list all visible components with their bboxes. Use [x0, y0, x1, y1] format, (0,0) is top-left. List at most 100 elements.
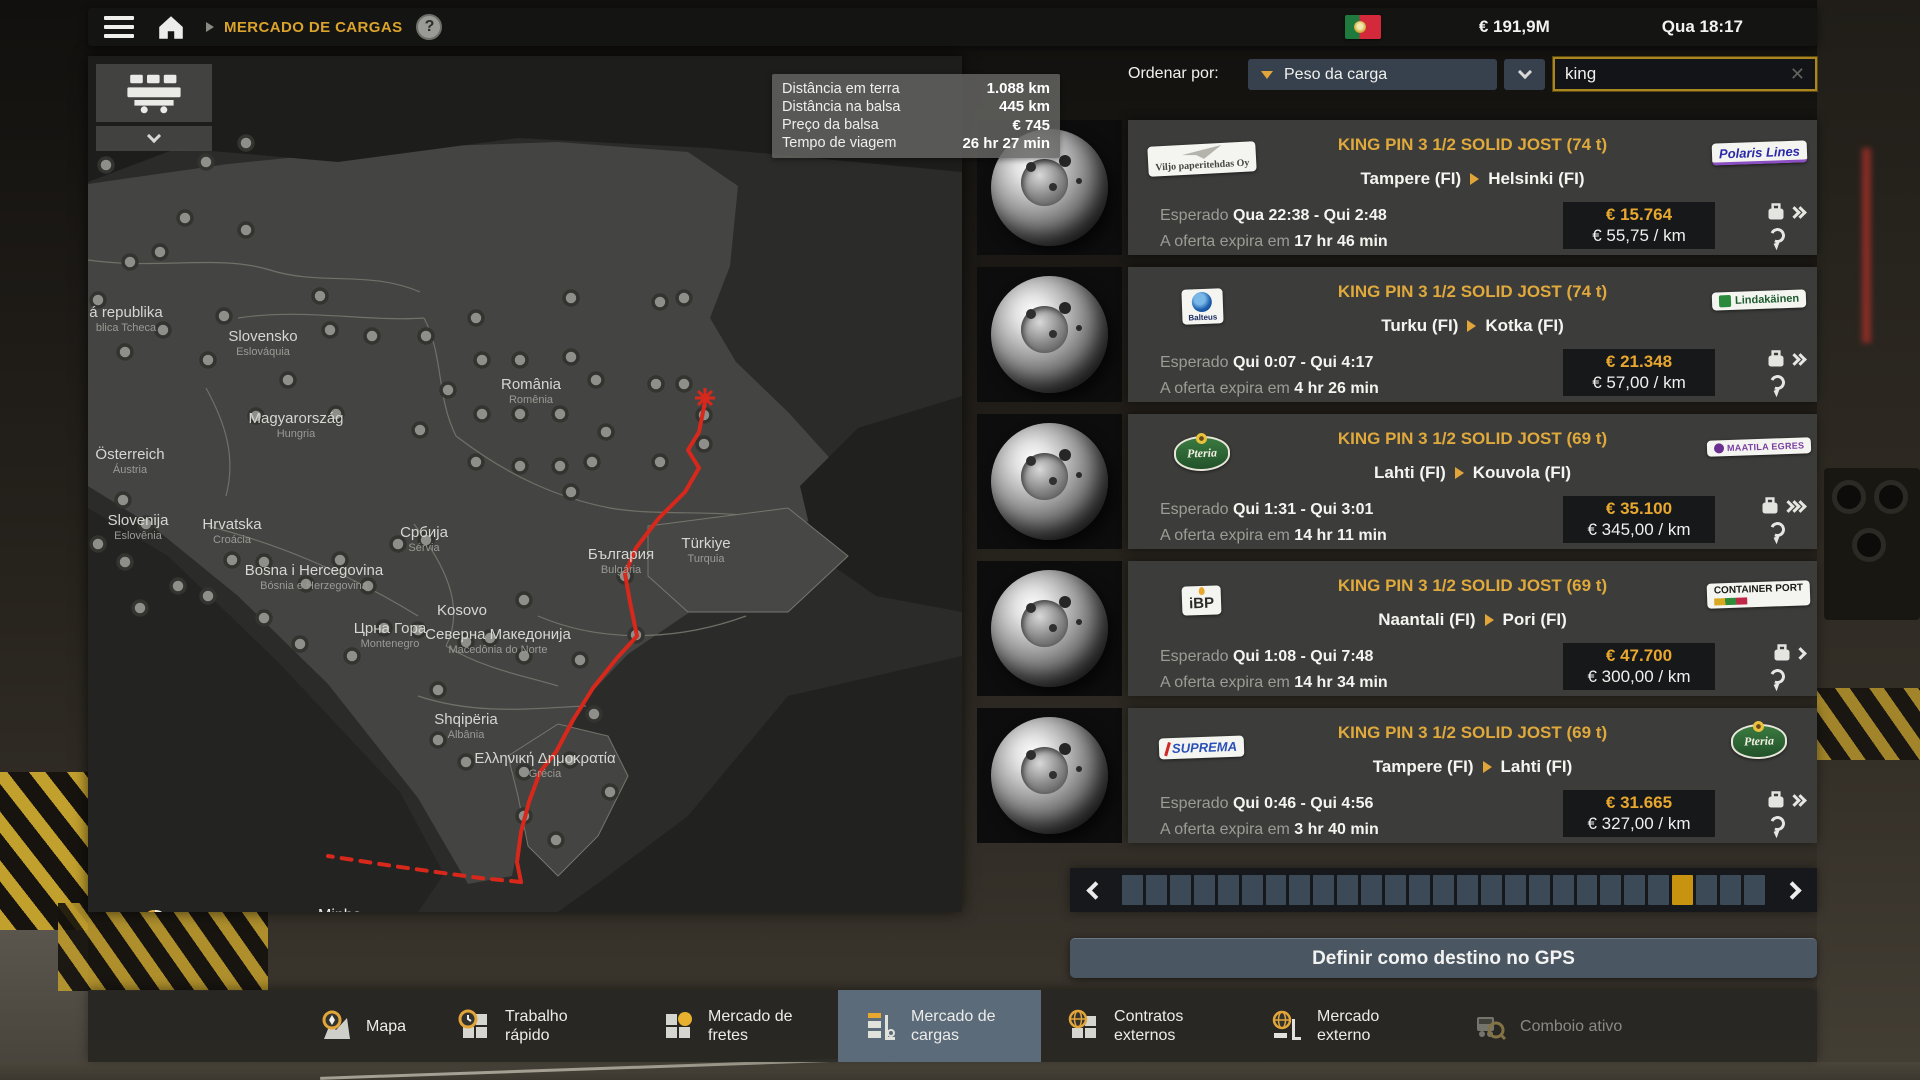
city-dot[interactable]: [649, 377, 663, 391]
cargo-thumbnail[interactable]: [977, 267, 1122, 402]
page-block[interactable]: [1122, 875, 1143, 905]
city-dot[interactable]: [156, 323, 170, 337]
city-dot[interactable]: [239, 223, 253, 237]
city-dot[interactable]: [413, 423, 427, 437]
page-block[interactable]: [1648, 875, 1669, 905]
city-dot[interactable]: [459, 635, 473, 649]
city-dot[interactable]: [91, 537, 105, 551]
city-dot[interactable]: [199, 155, 213, 169]
city-dot[interactable]: [217, 309, 231, 323]
city-dot[interactable]: [257, 555, 271, 569]
city-dot[interactable]: [345, 649, 359, 663]
page-block[interactable]: [1553, 875, 1574, 905]
city-dot[interactable]: [513, 459, 527, 473]
city-dot[interactable]: [564, 350, 578, 364]
page-block[interactable]: [1409, 875, 1430, 905]
page-block[interactable]: [1361, 875, 1382, 905]
city-dot[interactable]: [599, 425, 613, 439]
cargo-offer-card[interactable]: iBP KING PIN 3 1/2 SOLID JOST (69 t) Con…: [1128, 561, 1817, 696]
city-dot[interactable]: [553, 459, 567, 473]
city-dot[interactable]: [513, 353, 527, 367]
city-dot[interactable]: [441, 383, 455, 397]
city-dot[interactable]: [411, 623, 425, 637]
city-dot[interactable]: [323, 323, 337, 337]
map-panel[interactable]: á republikablica TchecaSlovenskoEslováqu…: [88, 56, 962, 912]
city-dot[interactable]: [563, 753, 577, 767]
city-dot[interactable]: [549, 833, 563, 847]
city-dot[interactable]: [139, 517, 153, 531]
clear-search-icon[interactable]: ✕: [1790, 64, 1805, 85]
city-dot[interactable]: [118, 555, 132, 569]
page-block[interactable]: [1577, 875, 1598, 905]
help-button[interactable]: ?: [416, 14, 442, 40]
city-dot[interactable]: [419, 533, 433, 547]
city-dot[interactable]: [91, 293, 105, 307]
page-block[interactable]: [1433, 875, 1454, 905]
city-dot[interactable]: [123, 255, 137, 269]
page-block[interactable]: [1481, 875, 1502, 905]
city-dot[interactable]: [299, 577, 313, 591]
page-block[interactable]: [1624, 875, 1645, 905]
page-block[interactable]: [1529, 875, 1550, 905]
city-dot[interactable]: [377, 621, 391, 635]
prev-page-button[interactable]: [1076, 872, 1114, 908]
city-dot[interactable]: [459, 755, 473, 769]
city-dot[interactable]: [293, 637, 307, 651]
city-dot[interactable]: [564, 485, 578, 499]
page-block-active[interactable]: [1672, 875, 1693, 905]
page-block[interactable]: [1505, 875, 1526, 905]
page-block[interactable]: [1218, 875, 1239, 905]
city-dot[interactable]: [329, 407, 343, 421]
city-dot[interactable]: [201, 589, 215, 603]
city-dot[interactable]: [653, 455, 667, 469]
nav-tab-mercado-de-fretes[interactable]: Mercado de fretes: [635, 990, 838, 1062]
city-dot[interactable]: [178, 211, 192, 225]
city-dot[interactable]: [677, 291, 691, 305]
city-dot[interactable]: [589, 373, 603, 387]
city-dot[interactable]: [431, 733, 445, 747]
cargo-offer-card[interactable]: Balteus KING PIN 3 1/2 SOLID JOST (74 t)…: [1128, 267, 1817, 402]
menu-button[interactable]: [104, 16, 134, 38]
sort-dropdown[interactable]: Peso da carga: [1248, 59, 1497, 90]
page-block[interactable]: [1146, 875, 1167, 905]
sort-expand-button[interactable]: [1504, 59, 1545, 90]
city-dot[interactable]: [573, 653, 587, 667]
page-block[interactable]: [1385, 875, 1406, 905]
city-dot[interactable]: [517, 649, 531, 663]
city-dot[interactable]: [697, 437, 711, 451]
collapse-panel-button[interactable]: [96, 126, 212, 151]
search-input[interactable]: [1565, 64, 1790, 84]
city-dot[interactable]: [333, 553, 347, 567]
city-dot[interactable]: [475, 407, 489, 421]
city-dot[interactable]: [281, 373, 295, 387]
cargo-thumbnail[interactable]: [977, 708, 1122, 843]
city-dot[interactable]: [171, 579, 185, 593]
city-dot[interactable]: [133, 601, 147, 615]
city-dot[interactable]: [564, 291, 578, 305]
city-dot[interactable]: [201, 353, 215, 367]
city-dot[interactable]: [553, 407, 567, 421]
city-dot[interactable]: [239, 136, 253, 150]
city-dot[interactable]: [585, 455, 599, 469]
page-block[interactable]: [1600, 875, 1621, 905]
set-gps-destination-button[interactable]: Definir como destino no GPS: [1070, 938, 1817, 978]
cargo-offer-card[interactable]: Viljo paperitehdas Oy KING PIN 3 1/2 SOL…: [1128, 120, 1817, 255]
city-dot[interactable]: [469, 311, 483, 325]
city-dot[interactable]: [391, 537, 405, 551]
page-block[interactable]: [1744, 875, 1765, 905]
city-dot[interactable]: [677, 377, 691, 391]
city-dot[interactable]: [517, 593, 531, 607]
city-dot[interactable]: [153, 245, 167, 259]
page-block[interactable]: [1266, 875, 1287, 905]
page-block[interactable]: [1696, 875, 1717, 905]
city-dot[interactable]: [365, 329, 379, 343]
nav-tab-trabalho-rapido[interactable]: Trabalho rápido: [432, 990, 635, 1062]
city-dot[interactable]: [587, 707, 601, 721]
next-page-button[interactable]: [1773, 872, 1811, 908]
city-dot[interactable]: [483, 631, 497, 645]
cargo-thumbnail[interactable]: [977, 561, 1122, 696]
city-dot[interactable]: [419, 329, 433, 343]
cargo-offer-card[interactable]: Suprema KING PIN 3 1/2 SOLID JOST (69 t)…: [1128, 708, 1817, 843]
city-dot[interactable]: [361, 579, 375, 593]
nav-tab-mapa[interactable]: Mapa: [293, 990, 432, 1062]
